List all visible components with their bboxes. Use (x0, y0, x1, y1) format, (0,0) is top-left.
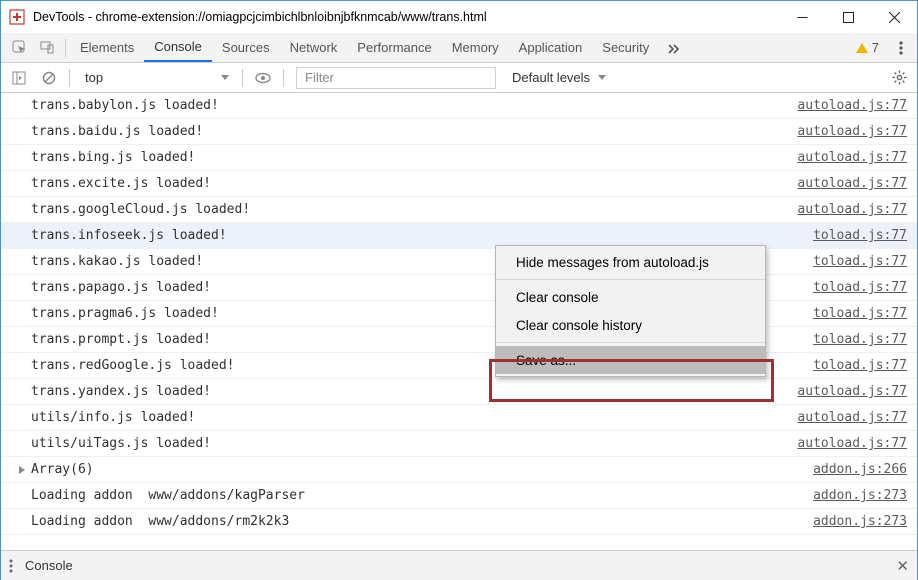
log-source-link[interactable]: toload.js:77 (813, 306, 907, 321)
more-tabs-icon[interactable] (659, 33, 687, 63)
ctx-hide-messages[interactable]: Hide messages from autoload.js (496, 248, 765, 276)
log-source-link[interactable]: toload.js:77 (813, 280, 907, 295)
log-row[interactable]: trans.kakao.js loaded!toload.js:77 (1, 249, 917, 275)
tab-sources[interactable]: Sources (212, 33, 280, 62)
tab-memory[interactable]: Memory (442, 33, 509, 62)
log-message: Loading addon www/addons/rm2k2k3 (31, 514, 813, 529)
close-icon[interactable]: ✕ (896, 557, 909, 575)
log-row[interactable]: trans.bing.js loaded!autoload.js:77 (1, 145, 917, 171)
tab-elements[interactable]: Elements (70, 33, 144, 62)
log-row[interactable]: trans.infoseek.js loaded!toload.js:77 (1, 223, 917, 249)
ctx-clear-console[interactable]: Clear console (496, 283, 765, 311)
log-source-link[interactable]: toload.js:77 (813, 358, 907, 373)
log-row[interactable]: trans.babylon.js loaded!autoload.js:77 (1, 93, 917, 119)
tab-application[interactable]: Application (509, 33, 593, 62)
log-source-link[interactable]: autoload.js:77 (797, 150, 907, 165)
maximize-button[interactable] (825, 1, 871, 33)
filter-input[interactable]: Filter (296, 67, 496, 89)
log-message: trans.excite.js loaded! (31, 176, 797, 191)
log-message (31, 540, 907, 547)
log-levels-selector[interactable]: Default levels (504, 67, 612, 89)
log-row[interactable]: trans.redGoogle.js loaded!toload.js:77 (1, 353, 917, 379)
log-row[interactable]: Loading addon www/addons/rm2k2k3addon.js… (1, 509, 917, 535)
tab-security[interactable]: Security (592, 33, 659, 62)
log-message: trans.bing.js loaded! (31, 150, 797, 165)
log-row[interactable]: trans.googleCloud.js loaded!autoload.js:… (1, 197, 917, 223)
kebab-icon[interactable] (9, 559, 13, 573)
log-row[interactable]: trans.baidu.js loaded!autoload.js:77 (1, 119, 917, 145)
log-source-link[interactable]: addon.js:266 (813, 462, 907, 477)
separator (65, 39, 66, 57)
log-source-link[interactable]: autoload.js:77 (797, 410, 907, 425)
log-source-link[interactable]: autoload.js:77 (797, 124, 907, 139)
log-row[interactable]: trans.excite.js loaded!autoload.js:77 (1, 171, 917, 197)
log-message: trans.baidu.js loaded! (31, 124, 797, 139)
sidebar-toggle-icon[interactable] (5, 64, 33, 92)
log-source-link[interactable]: autoload.js:77 (797, 436, 907, 451)
warn-count[interactable]: 7 (846, 40, 889, 55)
panel-tabs: Elements Console Sources Network Perform… (1, 33, 917, 63)
settings-gear-icon[interactable] (885, 64, 913, 92)
drawer-label[interactable]: Console (25, 558, 73, 573)
log-source-link[interactable]: addon.js:273 (813, 488, 907, 503)
log-row[interactable]: Array(6)addon.js:266 (1, 457, 917, 483)
kebab-menu-icon[interactable] (889, 33, 913, 63)
log-source-link[interactable]: autoload.js:77 (797, 384, 907, 399)
log-source-link[interactable]: toload.js:77 (813, 228, 907, 243)
window-titlebar: DevTools - chrome-extension://omiagpcjci… (1, 1, 917, 33)
separator (496, 342, 765, 343)
log-message: Array(6) (31, 462, 813, 477)
log-message: utils/uiTags.js loaded! (31, 436, 797, 451)
close-button[interactable] (871, 1, 917, 33)
live-expression-icon[interactable] (249, 64, 277, 92)
log-message: trans.babylon.js loaded! (31, 98, 797, 113)
separator (496, 279, 765, 280)
log-source-link[interactable]: autoload.js:77 (797, 98, 907, 113)
log-message: trans.googleCloud.js loaded! (31, 202, 797, 217)
log-row[interactable]: trans.papago.js loaded!toload.js:77 (1, 275, 917, 301)
console-toolbar: top Filter Default levels (1, 63, 917, 93)
log-row[interactable]: utils/uiTags.js loaded!autoload.js:77 (1, 431, 917, 457)
tab-performance[interactable]: Performance (347, 33, 441, 62)
device-mode-icon[interactable] (33, 33, 61, 63)
ctx-clear-history[interactable]: Clear console history (496, 311, 765, 339)
log-message: trans.infoseek.js loaded! (31, 228, 813, 243)
log-source-link[interactable]: autoload.js:77 (797, 202, 907, 217)
log-message: utils/info.js loaded! (31, 410, 797, 425)
tab-network[interactable]: Network (280, 33, 348, 62)
log-row[interactable] (1, 535, 917, 547)
log-source-link[interactable]: autoload.js:77 (797, 176, 907, 191)
log-message: trans.yandex.js loaded! (31, 384, 797, 399)
log-row[interactable]: trans.yandex.js loaded!autoload.js:77 (1, 379, 917, 405)
window-title: DevTools - chrome-extension://omiagpcjci… (33, 10, 779, 24)
log-source-link[interactable]: toload.js:77 (813, 254, 907, 269)
console-log[interactable]: trans.babylon.js loaded!autoload.js:77tr… (1, 93, 917, 547)
context-menu: Hide messages from autoload.js Clear con… (495, 245, 766, 377)
inspect-icon[interactable] (5, 33, 33, 63)
separator (69, 69, 70, 87)
context-selector[interactable]: top (76, 67, 236, 89)
warning-icon (856, 43, 868, 53)
log-row[interactable]: trans.prompt.js loaded!toload.js:77 (1, 327, 917, 353)
ctx-save-as[interactable]: Save as... (496, 346, 765, 374)
chevron-down-icon (221, 75, 229, 80)
chevron-down-icon (598, 75, 606, 80)
expand-icon[interactable] (19, 466, 25, 474)
separator (283, 69, 284, 87)
log-row[interactable]: trans.pragma6.js loaded!toload.js:77 (1, 301, 917, 327)
separator (242, 69, 243, 87)
log-row[interactable]: Loading addon www/addons/kagParseraddon.… (1, 483, 917, 509)
log-message: Loading addon www/addons/kagParser (31, 488, 813, 503)
drawer: Console ✕ (1, 550, 917, 580)
minimize-button[interactable] (779, 1, 825, 33)
tab-console[interactable]: Console (144, 33, 212, 62)
log-row[interactable]: utils/info.js loaded!autoload.js:77 (1, 405, 917, 431)
log-source-link[interactable]: toload.js:77 (813, 332, 907, 347)
app-icon (9, 9, 25, 25)
clear-console-icon[interactable] (35, 64, 63, 92)
log-source-link[interactable]: addon.js:273 (813, 514, 907, 529)
